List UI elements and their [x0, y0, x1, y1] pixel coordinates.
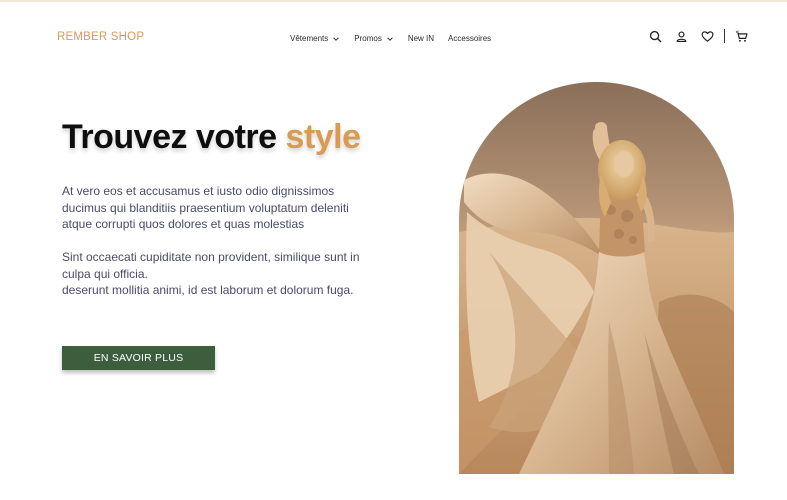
hero-paragraph-1: At vero eos et accusamus et iusto odio d… [62, 184, 349, 231]
heart-icon[interactable] [700, 29, 714, 43]
header-actions [648, 29, 748, 43]
hero-title: Trouvez votre style [62, 118, 361, 157]
nav-item-new-in[interactable]: New IN [408, 34, 434, 43]
hero-paragraph-2: Sint occaecati cupiditate non provident,… [62, 250, 360, 297]
main-nav: Vêtements Promos New IN Accessoires [290, 34, 505, 43]
search-icon[interactable] [648, 29, 662, 43]
nav-label: Accessoires [448, 34, 492, 43]
nav-item-accessoires[interactable]: Accessoires [448, 34, 491, 43]
shop-logo[interactable]: REMBER SHOP [57, 31, 144, 43]
nav-label: New IN [407, 34, 435, 43]
hero-image [459, 82, 734, 474]
learn-more-button[interactable]: EN SAVOIR PLUS [62, 346, 215, 370]
divider [724, 29, 725, 43]
hero-title-main: Trouvez votre [62, 118, 277, 156]
nav-label: Promos [354, 34, 382, 43]
nav-item-promos[interactable]: Promos [354, 34, 394, 43]
chevron-down-icon [387, 36, 393, 41]
chevron-down-icon [333, 36, 340, 41]
nav-label: Vêtements [290, 34, 329, 43]
fashion-model-image [459, 82, 734, 474]
hero-title-accent: style [285, 118, 362, 156]
user-icon[interactable] [674, 29, 688, 43]
top-border [0, 0, 787, 2]
cart-icon[interactable] [734, 29, 748, 43]
nav-item-vetements[interactable]: Vêtements [290, 34, 340, 43]
